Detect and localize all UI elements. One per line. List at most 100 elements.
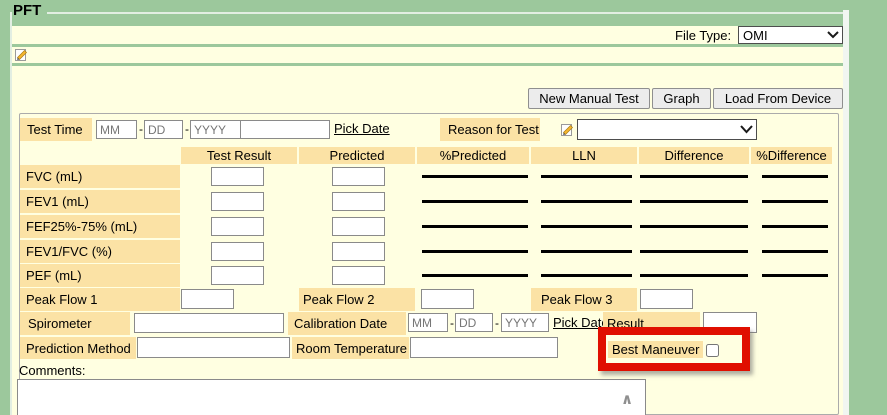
table-row-pef: PEF (mL) [0, 264, 887, 287]
row-label: PEF (mL) [20, 264, 180, 287]
empty-value-line [640, 250, 748, 253]
edit-pencil-icon[interactable] [15, 48, 28, 61]
peak-flow-2-input[interactable] [421, 289, 474, 309]
chevron-down-icon [740, 125, 753, 134]
col-header-pct-difference: %Difference [751, 147, 832, 164]
spirometer-row: Spirometer Calibration Date - - Pick Dat… [0, 312, 887, 335]
edit-row [12, 47, 843, 63]
fev1fvc-predicted-input[interactable] [332, 242, 385, 261]
row-label: FEV1 (mL) [20, 190, 180, 213]
test-time-day-input[interactable] [144, 120, 183, 139]
empty-value-line [762, 274, 828, 277]
prediction-method-input[interactable] [137, 337, 290, 358]
reason-edit-pencil-icon[interactable] [561, 123, 574, 136]
empty-value-line [541, 175, 632, 178]
page-title: PFT [13, 2, 41, 19]
row-label: FEV1/FVC (%) [20, 240, 180, 263]
empty-value-line [762, 250, 828, 253]
spirometer-label: Spirometer [20, 312, 130, 335]
date-separator: - [450, 316, 454, 330]
best-maneuver-label: Best Maneuver [608, 341, 703, 358]
peak-flow-row: Peak Flow 1 Peak Flow 2 Peak Flow 3 [0, 288, 887, 311]
calibration-month-input[interactable] [408, 313, 448, 332]
empty-value-line [762, 225, 828, 228]
file-type-value: OMI [743, 28, 768, 43]
test-time-time-input[interactable] [240, 120, 330, 139]
fvc-predicted-input[interactable] [332, 167, 385, 186]
empty-value-line [640, 200, 748, 203]
fef-test-result-input[interactable] [211, 217, 264, 236]
fev1fvc-test-result-input[interactable] [211, 242, 264, 261]
date-separator: - [139, 122, 143, 136]
fieldset-border-top [47, 12, 843, 14]
date-separator: - [495, 316, 499, 330]
empty-value-line [541, 225, 632, 228]
table-row-fvc: FVC (mL) [0, 165, 887, 188]
prediction-row: Prediction Method Room Temperature Best … [0, 337, 887, 360]
load-from-device-button[interactable]: Load From Device [713, 88, 843, 109]
new-manual-test-button[interactable]: New Manual Test [528, 88, 650, 109]
pft-screen: PFT File Type: OMI New Manual Test Graph… [0, 0, 887, 415]
col-header-pct-predicted: %Predicted [417, 147, 529, 164]
peak-flow-3-input[interactable] [640, 289, 693, 309]
reason-for-test-label: Reason for Test [440, 118, 540, 141]
chevron-down-icon [827, 31, 839, 39]
best-maneuver-checkbox[interactable] [706, 344, 719, 357]
fev1-predicted-input[interactable] [332, 192, 385, 211]
empty-value-line [640, 175, 748, 178]
calibration-day-input[interactable] [455, 313, 493, 332]
peak-flow-2-label: Peak Flow 2 [299, 288, 415, 311]
date-separator: - [185, 122, 189, 136]
room-temperature-label: Room Temperature [292, 337, 409, 359]
peak-flow-1-input[interactable] [181, 289, 234, 309]
row-label: FEF25%-75% (mL) [20, 215, 180, 238]
fev1-test-result-input[interactable] [211, 192, 264, 211]
empty-value-line [541, 200, 632, 203]
empty-value-line [762, 200, 828, 203]
table-row-fef: FEF25%-75% (mL) [0, 215, 887, 238]
calibration-pick-date-link[interactable]: Pick Date [553, 315, 609, 330]
empty-value-line [762, 175, 828, 178]
fvc-test-result-input[interactable] [211, 167, 264, 186]
empty-value-line [422, 175, 528, 178]
reason-for-test-select[interactable] [577, 119, 757, 140]
test-time-row: Test Time - - Pick Date Reason for Test [0, 118, 887, 141]
row-label: FVC (mL) [20, 165, 180, 188]
empty-value-line [422, 274, 528, 277]
table-row-fev1: FEV1 (mL) [0, 190, 887, 213]
empty-value-line [640, 225, 748, 228]
empty-value-line [541, 274, 632, 277]
file-type-row: File Type: OMI [12, 26, 843, 44]
file-type-label: File Type: [675, 28, 731, 43]
empty-value-line [422, 200, 528, 203]
pef-test-result-input[interactable] [211, 266, 264, 285]
col-header-test-result: Test Result [181, 147, 297, 164]
test-time-month-input[interactable] [96, 120, 137, 139]
calibration-year-input[interactable] [501, 313, 549, 332]
peak-flow-3-label: Peak Flow 3 [531, 288, 637, 311]
test-time-year-input[interactable] [190, 120, 241, 139]
peak-flow-1-label: Peak Flow 1 [20, 288, 180, 311]
room-temperature-input[interactable] [410, 337, 558, 358]
calibration-date-label: Calibration Date [288, 312, 406, 335]
col-header-difference: Difference [639, 147, 749, 164]
empty-value-line [422, 250, 528, 253]
result-label: Result [603, 312, 700, 335]
graph-button[interactable]: Graph [652, 88, 711, 109]
comments-label: Comments: [19, 363, 85, 378]
test-time-label: Test Time [20, 118, 92, 141]
table-row-fev1-fvc: FEV1/FVC (%) [0, 240, 887, 263]
comments-textarea[interactable] [17, 379, 646, 415]
spirometer-input[interactable] [134, 313, 284, 333]
col-header-lln: LLN [531, 147, 637, 164]
empty-value-line [640, 274, 748, 277]
fef-predicted-input[interactable] [332, 217, 385, 236]
test-time-pick-date-link[interactable]: Pick Date [334, 121, 390, 136]
result-input[interactable] [703, 312, 757, 333]
file-type-select[interactable]: OMI [738, 26, 843, 44]
empty-value-line [541, 250, 632, 253]
col-header-predicted: Predicted [299, 147, 415, 164]
pef-predicted-input[interactable] [332, 266, 385, 285]
scrollbar-up-icon[interactable]: ∧ [621, 390, 633, 408]
empty-value-line [422, 225, 528, 228]
